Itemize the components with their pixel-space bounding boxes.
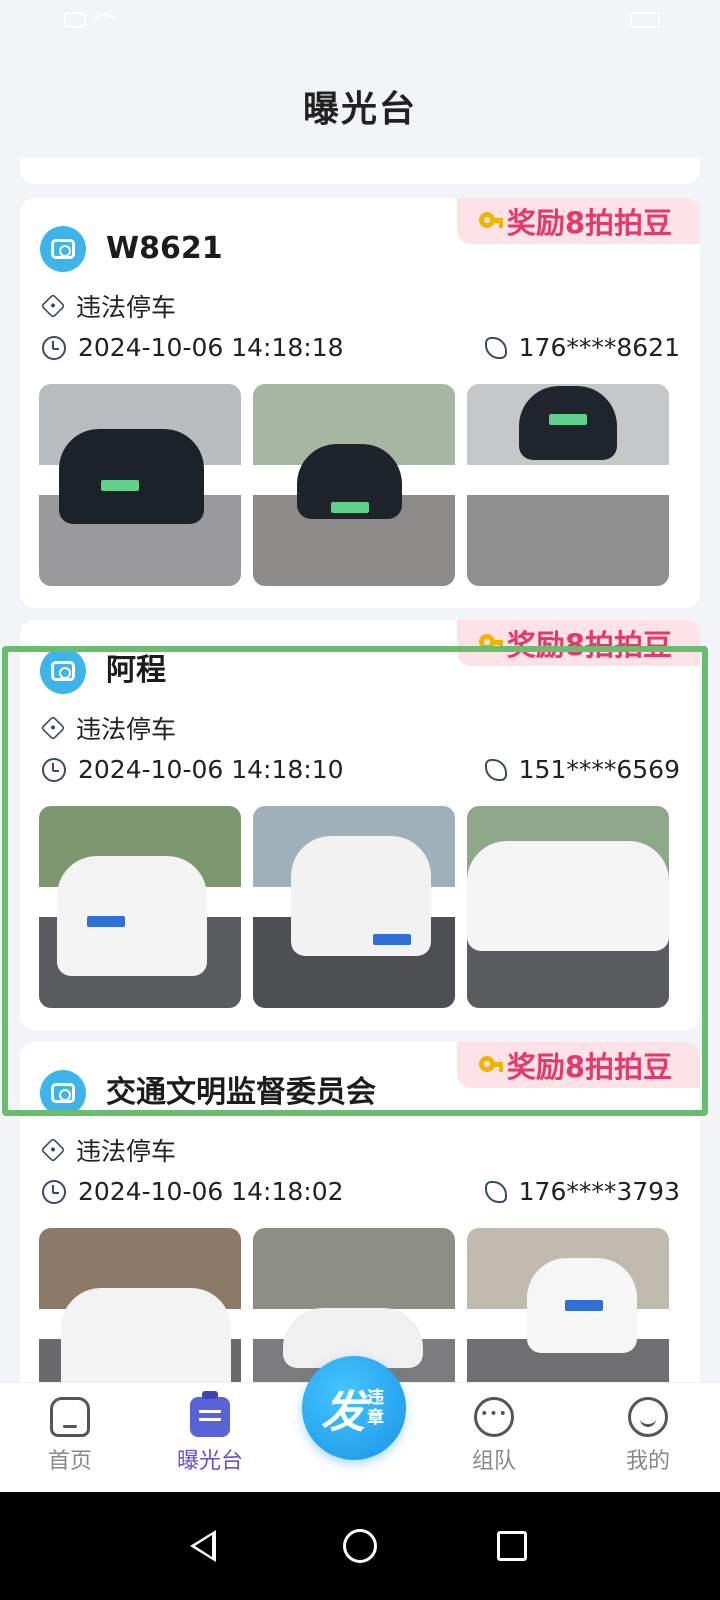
- white-car-photo[interactable]: [467, 806, 669, 1008]
- phone-icon: [484, 336, 507, 359]
- home-circle-icon[interactable]: [343, 1529, 377, 1563]
- phone-number[interactable]: 151****6569: [484, 755, 680, 784]
- violation-label: 违法停车: [76, 1137, 177, 1166]
- clock-icon: [42, 1179, 66, 1204]
- reward-text: 奖励8拍拍豆: [506, 206, 672, 240]
- violation-label: 违法停车: [76, 715, 177, 744]
- photo-row: [39, 806, 669, 1008]
- clock-icon: [42, 757, 66, 782]
- violation-icon: [40, 1137, 66, 1163]
- back-icon[interactable]: [190, 1530, 216, 1562]
- reward-badge: 奖励8拍拍豆: [456, 620, 700, 666]
- phone-icon: [484, 758, 507, 781]
- phone-icon: [484, 1180, 507, 1203]
- chat-icon: [474, 1397, 514, 1437]
- tab-exposure[interactable]: 曝光台: [160, 1391, 260, 1475]
- username: 交通文明监督委员会: [106, 1075, 376, 1110]
- phone-text: 151****6569: [518, 755, 680, 784]
- tab-label: 我的: [625, 1449, 670, 1474]
- wifi-icon: [94, 13, 116, 27]
- key-icon: [478, 632, 503, 654]
- timestamp: 2024-10-06 14:18:18: [42, 333, 344, 362]
- reward-text: 奖励8拍拍豆: [506, 628, 672, 662]
- dark-car-photo[interactable]: [467, 384, 669, 586]
- tab-home[interactable]: 首页: [20, 1397, 120, 1475]
- clock-icon: [42, 335, 66, 360]
- reward-text: 奖励8拍拍豆: [506, 1050, 672, 1084]
- tab-team[interactable]: 组队: [444, 1397, 544, 1475]
- status-right: [630, 12, 660, 28]
- username: W8621: [106, 231, 223, 266]
- key-icon: [478, 210, 503, 232]
- status-left: [64, 12, 116, 28]
- violation-icon: [40, 715, 66, 741]
- previous-card-remnant: [20, 158, 700, 184]
- exposure-icon: [190, 1391, 230, 1437]
- exposure-card[interactable]: 奖励8拍拍豆 W8621 违法停车 2024-10-06 14:18:18 17…: [20, 198, 700, 608]
- white-car-photo[interactable]: [39, 806, 241, 1008]
- tab-label: 首页: [47, 1449, 92, 1474]
- violation-type: 违法停车: [40, 1132, 177, 1168]
- dark-car-photo[interactable]: [39, 384, 241, 586]
- dark-car-photo[interactable]: [253, 384, 455, 586]
- camera-icon: [51, 1083, 75, 1103]
- phone-number[interactable]: 176****8621: [484, 333, 680, 362]
- key-icon: [478, 1054, 503, 1076]
- camera-icon: [51, 661, 75, 681]
- tab-me[interactable]: 我的: [598, 1397, 698, 1475]
- exposure-card[interactable]: 奖励8拍拍豆 阿程 违法停车 2024-10-06 14:18:10 151**…: [20, 620, 700, 1030]
- system-nav-bar: [0, 1492, 720, 1600]
- exposure-list[interactable]: 奖励8拍拍豆 W8621 违法停车 2024-10-06 14:18:18 17…: [0, 158, 720, 1410]
- reward-badge: 奖励8拍拍豆: [456, 198, 700, 244]
- timestamp: 2024-10-06 14:18:10: [42, 755, 344, 784]
- white-car-photo[interactable]: [253, 806, 455, 1008]
- camera-icon: [51, 239, 75, 259]
- fab-sub-label: 违章: [367, 1388, 384, 1428]
- avatar[interactable]: [40, 648, 86, 694]
- home-icon: [50, 1397, 90, 1437]
- phone-text: 176****8621: [518, 333, 680, 362]
- report-violation-button[interactable]: 发 违章: [302, 1356, 406, 1460]
- photo-row: [39, 384, 669, 586]
- signal-icon: [64, 12, 86, 28]
- tab-label: 曝光台: [176, 1449, 243, 1474]
- violation-icon: [40, 293, 66, 319]
- profile-icon: [628, 1397, 668, 1437]
- avatar[interactable]: [40, 1070, 86, 1116]
- phone-number[interactable]: 176****3793: [484, 1177, 680, 1206]
- timestamp-text: 2024-10-06 14:18:10: [78, 755, 344, 784]
- page-title: 曝光台: [302, 89, 417, 130]
- reward-badge: 奖励8拍拍豆: [456, 1042, 700, 1088]
- timestamp: 2024-10-06 14:18:02: [42, 1177, 344, 1206]
- status-bar: [0, 0, 720, 50]
- recent-apps-icon[interactable]: [497, 1531, 527, 1561]
- fab-main-label: 发: [321, 1387, 365, 1438]
- violation-type: 违法停车: [40, 288, 177, 324]
- violation-type: 违法停车: [40, 710, 177, 746]
- timestamp-text: 2024-10-06 14:18:18: [78, 333, 344, 362]
- battery-icon: [630, 12, 660, 28]
- tab-label: 组队: [471, 1449, 516, 1474]
- phone-text: 176****3793: [518, 1177, 680, 1206]
- exposure-card[interactable]: 奖励8拍拍豆 交通文明监督委员会 违法停车 2024-10-06 14:18:0…: [20, 1042, 700, 1410]
- username: 阿程: [106, 653, 166, 688]
- timestamp-text: 2024-10-06 14:18:02: [78, 1177, 344, 1206]
- violation-label: 违法停车: [76, 293, 177, 322]
- avatar[interactable]: [40, 226, 86, 272]
